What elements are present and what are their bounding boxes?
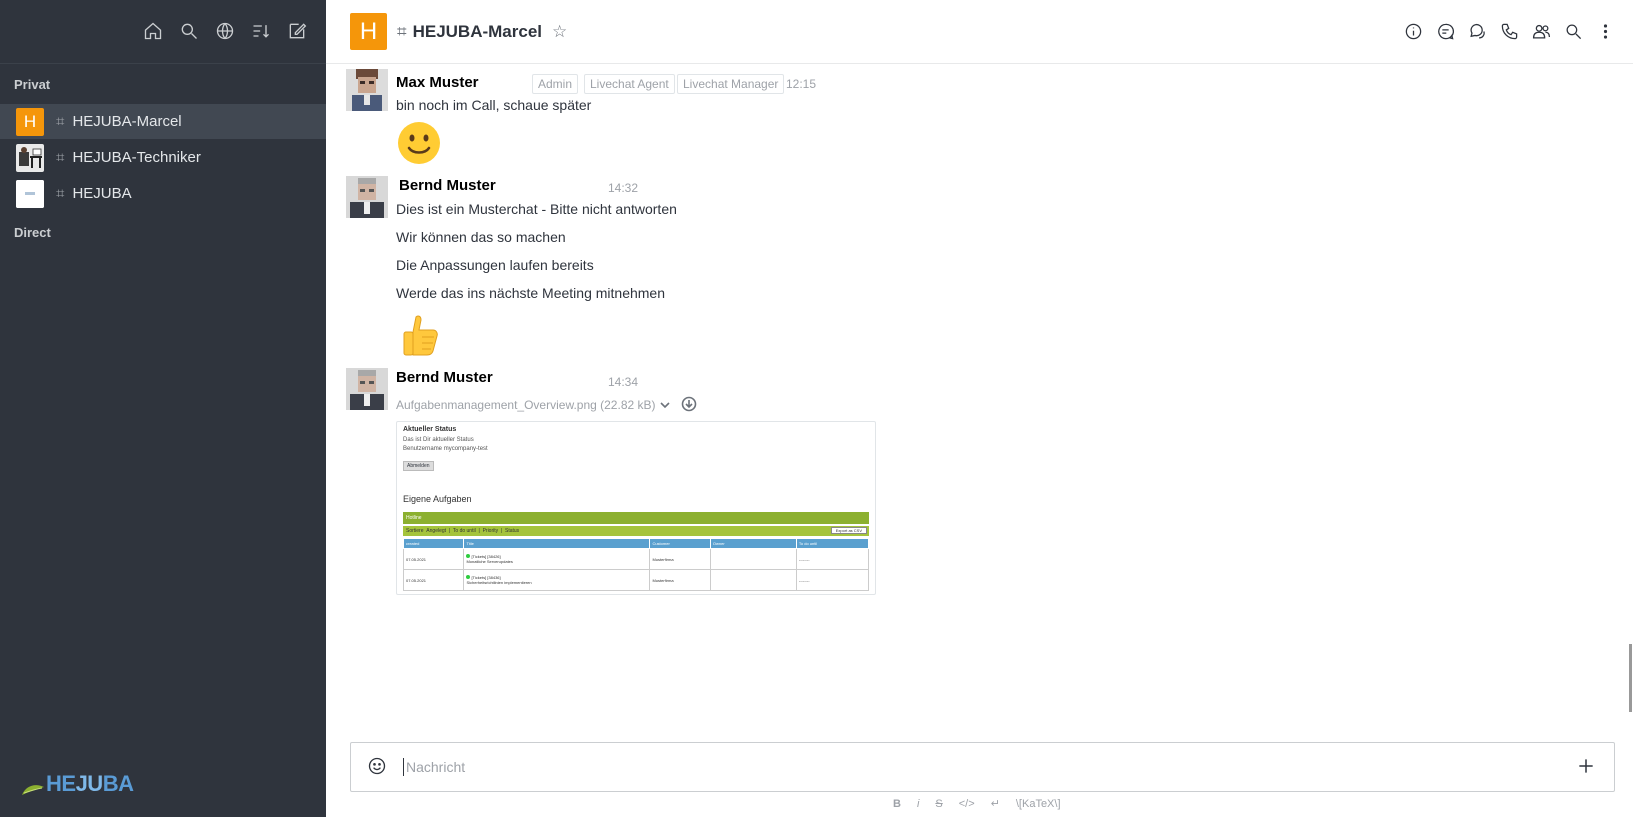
- sort-icon[interactable]: [250, 20, 272, 42]
- code-icon[interactable]: </>: [959, 798, 975, 810]
- preview-text: Benutzername mycompany-test: [403, 446, 488, 452]
- discussions-icon[interactable]: [1467, 20, 1487, 42]
- room-header: H ⌗ HEJUBA-Marcel ☆: [326, 0, 1633, 64]
- favorite-star-icon[interactable]: ☆: [552, 22, 567, 42]
- avatar[interactable]: [346, 368, 388, 410]
- role-badge: Livechat Agent: [584, 74, 675, 94]
- sidebar-toolbar: [0, 0, 326, 64]
- kebab-menu-icon[interactable]: [1595, 20, 1615, 42]
- home-icon[interactable]: [142, 20, 164, 42]
- create-new-icon[interactable]: [286, 20, 308, 42]
- preview-toolbar: Sortiere Angelegt | To do until | Priori…: [403, 526, 869, 536]
- message-text: Werde das ins nächste Meeting mitnehmen: [396, 285, 665, 301]
- strikethrough-icon[interactable]: S: [935, 798, 942, 810]
- hashtag-icon: ⌗: [56, 185, 65, 202]
- directory-globe-icon[interactable]: [214, 20, 236, 42]
- sidebar-room-hejuba-techniker[interactable]: ⌗ HEJUBA-Techniker: [0, 140, 326, 175]
- room-title: HEJUBA-Marcel: [412, 21, 543, 41]
- avatar[interactable]: [346, 69, 388, 111]
- image-attachment-preview[interactable]: Aktueller Status Das ist Dir aktueller S…: [396, 421, 876, 595]
- members-icon[interactable]: [1531, 20, 1551, 42]
- room-name: HEJUBA-Techniker: [72, 149, 201, 166]
- hashtag-icon: ⌗: [56, 113, 65, 130]
- message-author[interactable]: Max Muster: [396, 74, 479, 91]
- message-input[interactable]: [403, 758, 1576, 776]
- message-composer: [350, 742, 1615, 792]
- preview-heading: Eigene Aufgaben: [403, 494, 472, 504]
- threads-icon[interactable]: [1435, 20, 1455, 42]
- sidebar-room-hejuba[interactable]: ⌗ HEJUBA: [0, 176, 326, 211]
- hashtag-icon: ⌗: [56, 149, 65, 166]
- thumbs-up-emoji-icon: [398, 313, 442, 357]
- room-avatar: [16, 143, 44, 172]
- avatar[interactable]: [346, 176, 388, 218]
- hejuba-logo: HEJUBA: [20, 771, 134, 797]
- file-name[interactable]: Aufgabenmanagement_Overview.png (22.82 k…: [396, 398, 656, 412]
- message-timestamp: 14:32: [608, 181, 639, 195]
- collapse-chevron-icon[interactable]: [659, 398, 671, 416]
- bold-icon[interactable]: B: [893, 798, 901, 810]
- logo-text: HEJUBA: [46, 771, 134, 796]
- role-badge: Livechat Manager: [677, 74, 785, 94]
- message-text: bin noch im Call, schaue später: [396, 97, 592, 113]
- sidebar-room-hejuba-marcel[interactable]: H ⌗ HEJUBA-Marcel: [0, 104, 326, 139]
- hashtag-icon: ⌗: [397, 21, 407, 41]
- message-text: Die Anpassungen laufen bereits: [396, 257, 594, 273]
- call-icon[interactable]: [1499, 20, 1519, 42]
- leaf-icon: [22, 785, 44, 795]
- preview-text: Das ist Dir aktueller Status: [403, 437, 474, 443]
- preview-button: Abmelden: [403, 461, 434, 471]
- message-timestamp: 12:15: [786, 77, 817, 91]
- formatting-toolbar: B i S </> ↵ \[KaTeX\]: [893, 797, 1061, 811]
- message-text: Dies ist ein Musterchat - Bitte nicht an…: [396, 201, 677, 217]
- slightly-smiling-face-emoji-icon: [397, 121, 441, 165]
- search-icon[interactable]: [178, 20, 200, 42]
- preview-green-bar: Hotline: [403, 512, 869, 524]
- section-title-private: Privat: [14, 77, 51, 92]
- italic-icon[interactable]: i: [917, 798, 919, 810]
- role-badge: Admin: [532, 74, 579, 94]
- plus-icon[interactable]: [1576, 756, 1598, 778]
- sidebar: Privat H ⌗ HEJUBA-Marcel ⌗ HEJUBA-Techni…: [0, 0, 326, 817]
- search-messages-icon[interactable]: [1563, 20, 1583, 42]
- scrollbar[interactable]: [1629, 644, 1632, 712]
- preview-heading: Aktueller Status: [403, 426, 457, 433]
- multiline-icon[interactable]: ↵: [991, 797, 1000, 810]
- emoji-picker-icon[interactable]: [367, 756, 389, 778]
- room-info-icon[interactable]: [1403, 20, 1423, 42]
- section-title-direct: Direct: [14, 225, 51, 240]
- room-avatar: H: [350, 13, 387, 50]
- preview-table: created Title Customer Owner To do until…: [402, 538, 870, 591]
- message-author[interactable]: Bernd Muster: [396, 369, 493, 386]
- message-text: Wir können das so machen: [396, 229, 566, 245]
- message-author[interactable]: Bernd Muster: [399, 177, 496, 194]
- room-avatar: [16, 179, 44, 208]
- message-list[interactable]: Max Muster Admin Livechat Agent Livechat…: [326, 64, 1633, 729]
- download-icon[interactable]: [681, 396, 697, 417]
- room-name: HEJUBA: [72, 185, 132, 202]
- room-avatar: H: [16, 107, 44, 136]
- room-name: HEJUBA-Marcel: [72, 113, 182, 130]
- message-timestamp: 14:34: [608, 375, 639, 389]
- katex-button[interactable]: \[KaTeX\]: [1016, 798, 1061, 810]
